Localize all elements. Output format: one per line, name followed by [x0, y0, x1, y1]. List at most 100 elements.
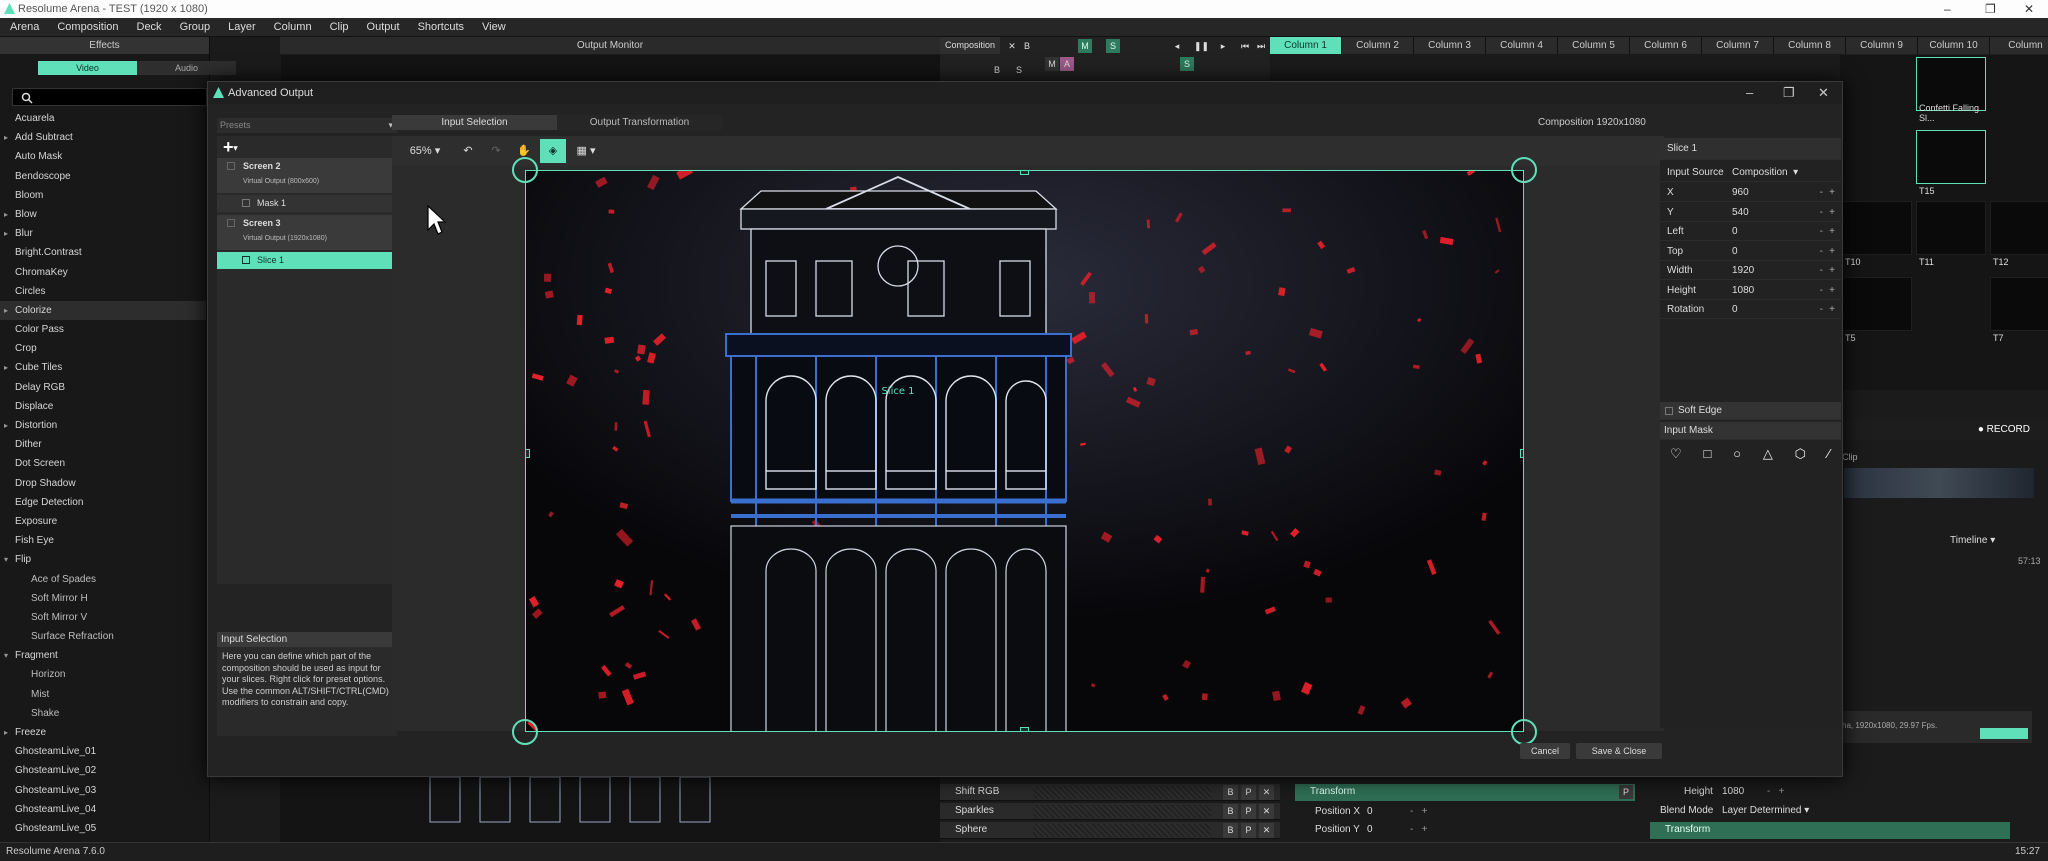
menu-group[interactable]: Group — [170, 18, 219, 33]
chevron-right-icon[interactable]: ▸ — [4, 358, 8, 377]
effect-list-item[interactable]: GhosteamLive_01 — [0, 742, 206, 761]
dialog-maximize-button[interactable]: ❐ — [1783, 85, 1795, 101]
heart-icon[interactable]: ♡ — [1670, 446, 1682, 462]
maximize-button[interactable]: ❐ — [1985, 2, 1996, 16]
circle-icon[interactable]: ○ — [1733, 446, 1741, 462]
effect-list-item[interactable]: ▾ Flip — [0, 550, 206, 569]
effect-list-item[interactable]: ▾ Fragment — [0, 646, 206, 665]
effect-list-item[interactable]: Horizon — [0, 665, 206, 684]
menu-column[interactable]: Column — [264, 18, 320, 33]
chevron-down-icon[interactable]: ▾ — [4, 646, 8, 665]
timeline-dropdown[interactable]: Timeline ▾ — [1950, 535, 1995, 546]
add-screen-button[interactable]: +▾ — [223, 138, 253, 156]
layer-effect-row[interactable]: Sparkles B P ✕ — [940, 803, 1280, 820]
effect-list-item[interactable]: Bendoscope — [0, 167, 206, 186]
effect-list-item[interactable]: Acuarela — [0, 109, 206, 128]
hexagon-icon[interactable]: ⬡ — [1795, 446, 1806, 462]
column-header[interactable]: Column — [1990, 37, 2048, 54]
menu-clip[interactable]: Clip — [320, 18, 357, 33]
menu-output[interactable]: Output — [357, 18, 408, 33]
decrement-button[interactable]: - — [1820, 204, 1823, 222]
effect-list-item[interactable]: Circles — [0, 282, 206, 301]
clip-thumb[interactable]: T11 — [1916, 201, 1986, 267]
chevron-right-icon[interactable]: ▸ — [4, 128, 8, 147]
prev-icon[interactable]: ◂ — [1170, 39, 1184, 53]
position-y-value[interactable]: 0 — [1367, 822, 1373, 838]
screen-toggle-icon[interactable] — [227, 219, 235, 227]
effect-list-item[interactable]: GhosteamLive_05 — [0, 819, 206, 838]
column-header[interactable]: Column 5 — [1558, 37, 1630, 54]
pen-icon[interactable]: ∕ — [1828, 446, 1830, 462]
resize-handle[interactable] — [1020, 727, 1029, 731]
column-header[interactable]: Column 4 — [1486, 37, 1558, 54]
effect-list-item[interactable]: Dither — [0, 435, 206, 454]
prop-value[interactable]: 540 — [1732, 204, 1749, 222]
effect-list-item[interactable]: ▸ Freeze — [0, 723, 206, 742]
layer-m-button[interactable]: M — [1045, 57, 1059, 71]
effect-list-item[interactable]: Auto Mask — [0, 147, 206, 166]
column-header[interactable]: Column 9 — [1846, 37, 1918, 54]
remove-effect-button[interactable]: ✕ — [1259, 785, 1274, 800]
effect-list-item[interactable]: Surface Refraction — [0, 627, 206, 646]
increment-button[interactable]: + — [1829, 243, 1835, 261]
column-header[interactable]: Column 1 — [1270, 37, 1342, 54]
tab-audio[interactable]: Audio — [137, 61, 236, 75]
effect-list-item[interactable]: Dot Screen — [0, 454, 206, 473]
soft-edge-row[interactable]: Soft Edge — [1660, 402, 1841, 420]
rgb-toggle[interactable] — [1980, 728, 2028, 739]
position-x-stepper[interactable]: - + — [1410, 804, 1428, 820]
effect-list-item[interactable]: Drop Shadow — [0, 474, 206, 493]
zoom-dropdown[interactable]: 65% ▾ — [400, 139, 450, 163]
resize-handle[interactable] — [1520, 449, 1523, 458]
column-header[interactable]: Column 3 — [1414, 37, 1486, 54]
resize-handle[interactable] — [1020, 171, 1029, 175]
effect-list-item[interactable]: Edge Detection — [0, 493, 206, 512]
effect-list-item[interactable]: ▸ Blow — [0, 205, 206, 224]
minimize-button[interactable]: – — [1944, 2, 1951, 16]
cancel-button[interactable]: Cancel — [1520, 743, 1570, 759]
slice-item[interactable]: Mask 1 — [217, 195, 397, 212]
menu-layer[interactable]: Layer — [218, 18, 264, 33]
effect-param-bar[interactable] — [1033, 805, 1211, 818]
decrement-button[interactable]: - — [1820, 184, 1823, 202]
height-value[interactable]: 1080 — [1722, 784, 1744, 800]
dialog-close-button[interactable]: ✕ — [1818, 85, 1829, 101]
effect-list-item[interactable]: Soft Mirror H — [0, 589, 206, 608]
remove-effect-button[interactable]: ✕ — [1259, 823, 1274, 838]
composition-solo-button[interactable]: S — [1106, 39, 1120, 53]
decrement-button[interactable]: - — [1820, 282, 1823, 300]
tab-output-transformation[interactable]: Output Transformation — [557, 115, 722, 130]
chevron-right-icon[interactable]: ▸ — [4, 723, 8, 742]
effect-list-item[interactable]: ▸ Distortion — [0, 416, 206, 435]
clip-thumb[interactable]: Confetti Falling Sl... — [1916, 57, 1986, 123]
effect-list-item[interactable]: Bright.Contrast — [0, 243, 206, 262]
increment-button[interactable]: + — [1829, 282, 1835, 300]
effect-list-item[interactable]: ▸ Add Subtract — [0, 128, 206, 147]
prop-value[interactable]: 960 — [1732, 184, 1749, 202]
preset-button[interactable]: P — [1241, 804, 1256, 819]
layer-effect-row[interactable]: Sphere B P ✕ — [940, 822, 1280, 839]
effect-list-item[interactable]: Crop — [0, 339, 206, 358]
effect-list-item[interactable]: ▸ Cube Tiles — [0, 358, 206, 377]
chevron-down-icon[interactable]: ▾ — [4, 550, 8, 569]
skip-back-icon[interactable]: ⏮ — [1238, 39, 1252, 53]
composition-close-button[interactable]: ✕ — [1005, 39, 1019, 53]
chevron-right-icon[interactable]: ▸ — [4, 301, 8, 320]
menu-view[interactable]: View — [472, 18, 514, 33]
effect-list-item[interactable]: Fish Eye — [0, 531, 206, 550]
input-source-select[interactable]: Composition ▾ — [1732, 164, 1798, 182]
composition-master-button[interactable]: M — [1078, 39, 1092, 53]
increment-button[interactable]: + — [1829, 223, 1835, 241]
clip-thumb[interactable]: T7 — [1990, 277, 2048, 343]
tab-video[interactable]: Video — [38, 61, 137, 75]
effect-list-item[interactable]: Delay RGB — [0, 378, 206, 397]
input-canvas[interactable]: Slice 1 — [525, 170, 1524, 732]
pause-icon[interactable]: ❚❚ — [1194, 39, 1209, 53]
decrement-button[interactable]: - — [1820, 243, 1823, 261]
triangle-icon[interactable]: △ — [1763, 446, 1773, 462]
clip-thumb[interactable]: T10 — [1842, 201, 1912, 267]
layer-effect-row[interactable]: Shift RGB B P ✕ — [940, 784, 1280, 801]
transform-header[interactable]: Transform P — [1295, 784, 1635, 801]
prop-value[interactable]: 0 — [1732, 243, 1738, 261]
resize-handle[interactable] — [526, 449, 530, 458]
